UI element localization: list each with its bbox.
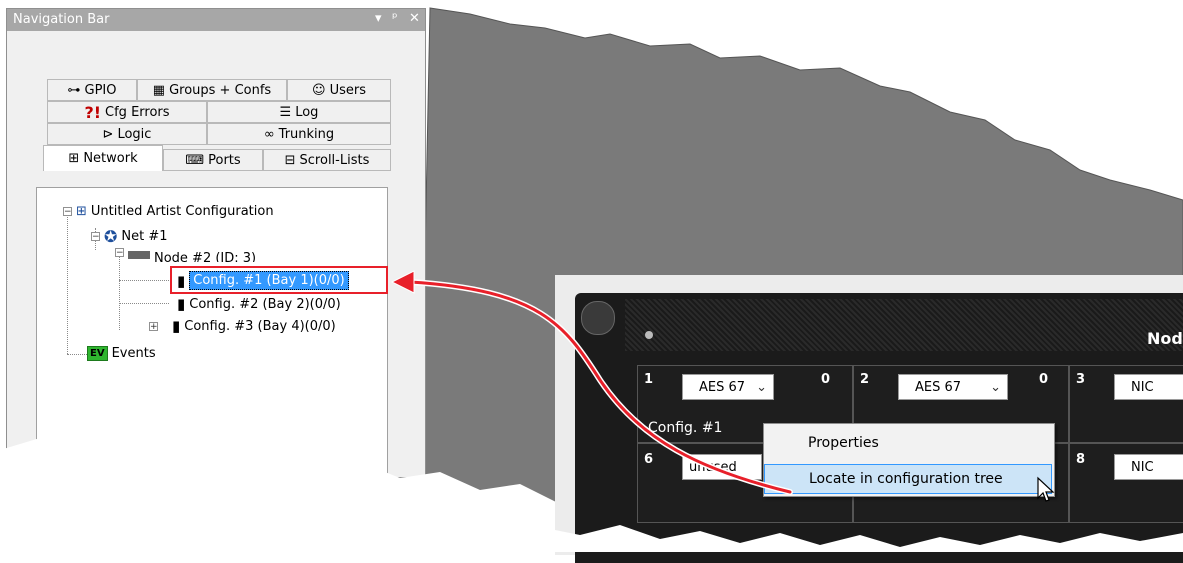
gpio-icon: ⊶	[67, 82, 81, 98]
mouse-cursor-icon	[1037, 476, 1055, 502]
tree-item-config-1[interactable]: ▮ Config. #1 (Bay 1)(0/0)	[177, 271, 349, 290]
net-icon: ✪	[104, 227, 118, 246]
tree-item-events[interactable]: EV Events	[87, 346, 156, 361]
tree-item-config-3[interactable]: + ▮ Config. #3 (Bay 4)(0/0)	[149, 317, 336, 335]
tab-groups-confs[interactable]: ▦ Groups + Confs	[137, 79, 287, 101]
collapse-icon[interactable]: −	[115, 248, 124, 258]
rack-screw-icon	[581, 301, 615, 335]
groups-icon: ▦	[152, 82, 166, 98]
slot-6-select[interactable]: unused	[682, 454, 762, 480]
tree-line	[67, 354, 87, 355]
tab-gpio[interactable]: ⊶ GPIO	[47, 79, 137, 101]
scroll-lists-icon: ⊟	[284, 152, 296, 168]
collapse-icon[interactable]: −	[91, 232, 100, 242]
events-icon: EV	[87, 346, 108, 361]
chevron-down-icon: ⌄	[990, 379, 1001, 395]
tab-ports[interactable]: ⌨ Ports	[163, 149, 263, 171]
log-icon: ☰	[279, 104, 292, 120]
slot-2-select[interactable]: AES 67 ⌄	[898, 374, 1008, 400]
navigation-bar-titlebar: Navigation Bar ▾ ᵖ ✕	[7, 9, 425, 31]
tree-item-net[interactable]: − ✪ Net #1	[91, 227, 168, 246]
collapse-icon[interactable]: −	[63, 207, 72, 217]
trunking-icon: ∞	[263, 126, 275, 142]
tab-cfg-errors[interactable]: ?! Cfg Errors	[47, 101, 207, 123]
navigation-bar-title: Navigation Bar	[13, 12, 110, 27]
network-icon: ⊞	[76, 204, 87, 219]
pin-icon[interactable]: ᵖ	[392, 11, 398, 26]
tree-item-root[interactable]: − ⊞ Untitled Artist Configuration	[63, 204, 274, 219]
config-icon: ▮	[172, 317, 181, 335]
logic-icon: ⊳	[102, 126, 114, 142]
expand-icon[interactable]: +	[149, 321, 158, 331]
tree-line	[119, 303, 169, 304]
users-icon: ☺	[312, 82, 326, 98]
vent-grille	[625, 299, 1183, 351]
dropdown-arrow-icon[interactable]: ▾	[375, 11, 382, 26]
close-icon[interactable]: ✕	[409, 11, 420, 26]
menu-item-locate[interactable]: Locate in configuration tree	[764, 464, 1052, 494]
tree-line	[67, 208, 68, 354]
chevron-down-icon: ⌄	[756, 379, 767, 395]
torn-edge	[540, 525, 1183, 552]
slot-3-select[interactable]: NIC	[1114, 374, 1183, 400]
tab-logic[interactable]: ⊳ Logic	[47, 123, 207, 145]
slot-8-select[interactable]: NIC	[1114, 454, 1183, 480]
node-header: Nod	[1147, 329, 1183, 348]
led-icon	[645, 331, 653, 339]
config-icon: ▮	[177, 295, 186, 313]
tree-item-config-2[interactable]: ▮ Config. #2 (Bay 2)(0/0)	[177, 295, 341, 313]
config-icon: ▮	[177, 271, 186, 290]
network-icon: ⊞	[68, 151, 80, 166]
ports-icon: ⌨	[185, 152, 205, 168]
tab-scroll-lists[interactable]: ⊟ Scroll-Lists	[263, 149, 391, 171]
tree-line	[119, 250, 120, 330]
slot-3: 3 NIC	[1069, 365, 1183, 443]
tab-users[interactable]: ☺ Users	[287, 79, 391, 101]
cfg-errors-icon: ?!	[84, 102, 102, 122]
tree-line	[119, 280, 169, 281]
tab-trunking[interactable]: ∞ Trunking	[207, 123, 391, 145]
menu-item-properties[interactable]: Properties	[764, 428, 1054, 458]
tree-item-node[interactable]: − Node #2 (ID: 3)	[115, 248, 256, 262]
config-label: Config. #1	[648, 420, 723, 436]
slot-1-select[interactable]: AES 67 ⌄	[682, 374, 774, 400]
torn-edge	[0, 434, 560, 552]
context-menu: Properties Locate in configuration tree	[763, 423, 1055, 497]
tab-network[interactable]: ⊞ Network	[43, 145, 163, 171]
tab-log[interactable]: ☰ Log	[207, 101, 391, 123]
node-icon	[128, 251, 150, 259]
